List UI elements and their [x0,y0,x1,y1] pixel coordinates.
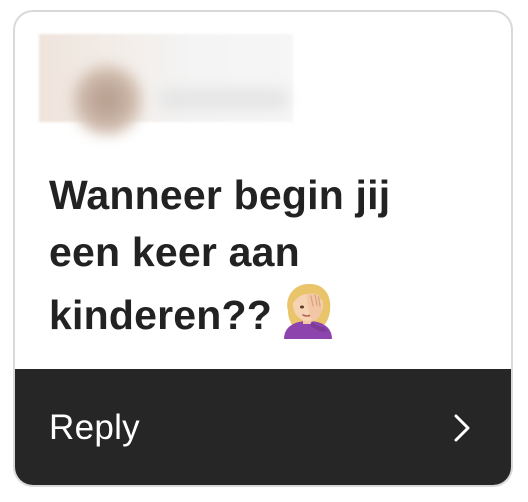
woman-facepalming-emoji-icon [280,281,336,354]
reply-button[interactable]: Reply [15,369,511,485]
story-reply-card: Wanneer begin jij een keer aan kinderen?… [13,10,513,487]
blurred-header [39,34,293,136]
blurred-username [159,88,289,110]
message-line: een keer aan [49,229,300,275]
chevron-right-icon [454,414,470,442]
message-line: kinderen?? [49,292,272,338]
message-text: Wanneer begin jij een keer aan kinderen?… [49,167,489,354]
reply-label: Reply [49,408,140,447]
avatar [71,64,143,136]
message-line: Wanneer begin jij [49,172,391,218]
